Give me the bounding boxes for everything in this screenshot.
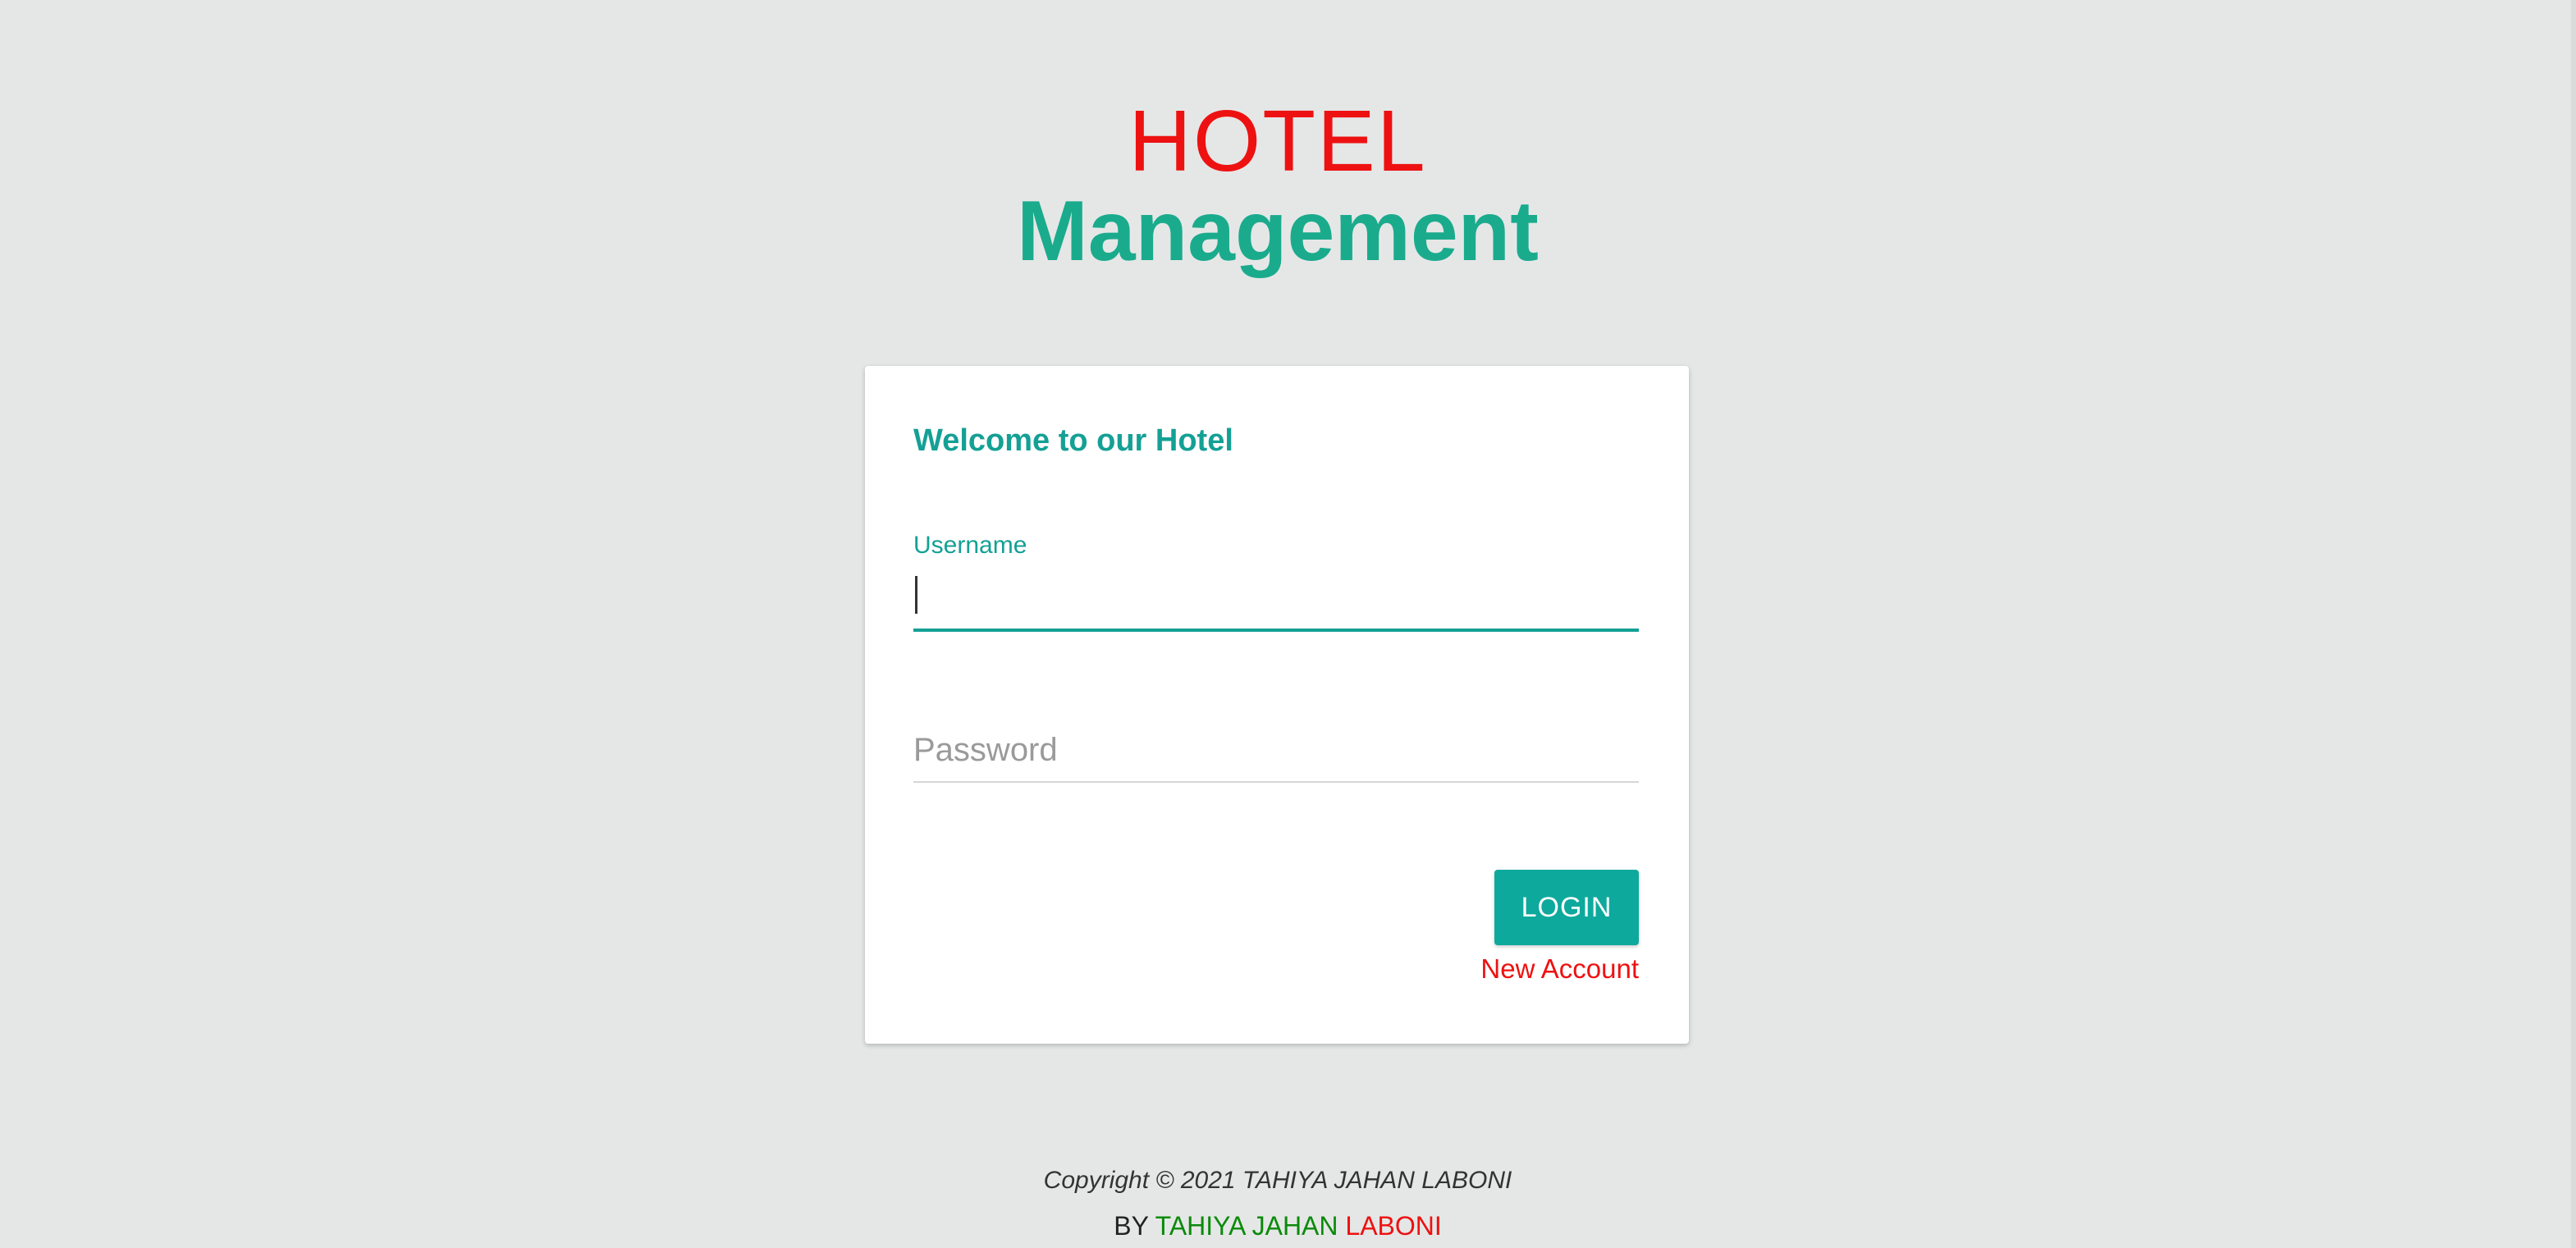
- username-underline: [913, 629, 1639, 632]
- brand-title-management: Management: [1017, 184, 1539, 279]
- password-underline: [913, 781, 1639, 783]
- text-cursor: [915, 576, 917, 614]
- login-button[interactable]: LOGIN: [1494, 870, 1639, 945]
- login-card: Welcome to our Hotel Username LOGIN New …: [865, 366, 1689, 1044]
- new-account-link[interactable]: New Account: [1480, 953, 1639, 985]
- byline-name-red: LABONI: [1345, 1211, 1442, 1241]
- copyright-text: Copyright © 2021 TAHIYA JAHAN LABONI: [1043, 1167, 1512, 1194]
- brand-title-hotel: HOTEL: [1128, 93, 1427, 190]
- byline-name-green: TAHIYA JAHAN: [1155, 1211, 1338, 1241]
- login-page: HOTEL Management Welcome to our Hotel Us…: [0, 0, 2576, 1248]
- page-edge: [2571, 0, 2576, 1248]
- username-label: Username: [913, 532, 1027, 559]
- author-byline: BY TAHIYA JAHAN LABONI: [0, 1211, 2555, 1241]
- password-input[interactable]: [913, 720, 1639, 779]
- card-title: Welcome to our Hotel: [913, 423, 1233, 458]
- byline-prefix: BY: [1114, 1211, 1149, 1241]
- username-input[interactable]: [913, 566, 1639, 625]
